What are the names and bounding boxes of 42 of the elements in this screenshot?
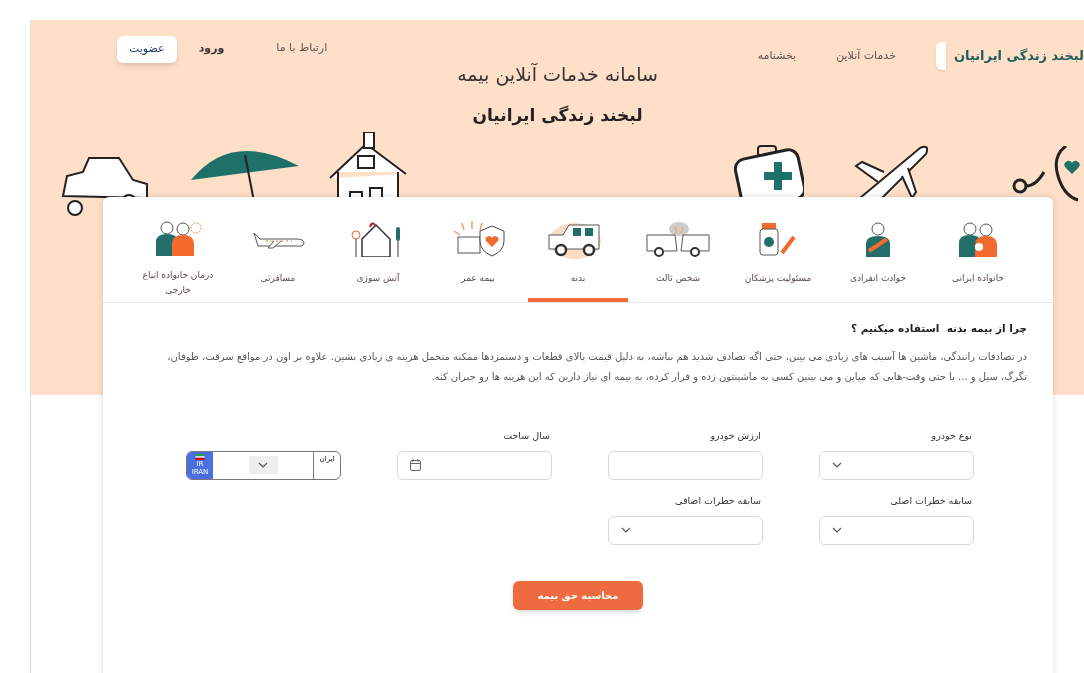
dropdown-field[interactable]	[819, 515, 974, 545]
people-icon	[956, 221, 1000, 257]
people-icon	[153, 219, 203, 256]
insurance-tab[interactable]: بیمه عمر	[428, 215, 528, 302]
description-text: در تصادفات رانندگی، ماشین ها آسیب های زیادی می بینن، حتی اگه تصادف شدید هم نباشه، به دلیل قیمت بالای قطعات و دستمزدها ممکنه متحمل هزینه ی زیادی بشین. علاوه بر اون در مواقع سرقت، طوفان، تگرگ، سیل و ... یا حتی وقت-هایی که میاین و می بینین کسی به ماشینتون زده و فرار کرده، به بیمه ای نیاز دارین که این هزینه ها رو جبران کنه.	[166, 349, 1027, 385]
medicine-bottle-icon	[758, 221, 798, 257]
logo-badge	[935, 42, 946, 70]
nav-link[interactable]: ارتباط با ما	[276, 40, 328, 57]
chevron-down-icon	[258, 462, 268, 469]
hero-title: سامانه خدمات آنلاین بیمه	[457, 62, 658, 88]
insurance-tab[interactable]: خانواده ایرانی	[928, 215, 1028, 302]
chevron-down-icon	[832, 462, 842, 469]
car-crash-icon	[645, 221, 711, 257]
insurance-tab[interactable]: حوادث انفرادی	[828, 215, 928, 302]
login-link[interactable]: ورود	[198, 41, 225, 58]
hero-subtitle: لبخند زندگی ایرانیان	[472, 103, 643, 128]
insurance-tab[interactable]: شخص ثالث	[628, 215, 728, 302]
field-label: ارزش خودرو	[709, 428, 762, 443]
field-label: سال ساخت	[502, 428, 551, 443]
signup-button[interactable]: عضویت	[117, 36, 177, 63]
nav-link[interactable]: بخشنامه	[757, 48, 797, 65]
calendar-icon	[410, 459, 421, 472]
nav-link[interactable]: خدمات آنلاین	[836, 48, 896, 65]
dropdown-field[interactable]	[608, 515, 763, 545]
insurance-tab[interactable]: درمان خانواده اتباع خارجی	[128, 215, 228, 302]
dropdown-field[interactable]	[819, 450, 974, 480]
chevron-down-icon	[621, 527, 631, 534]
insurance-tab[interactable]: مسافرتی	[228, 215, 328, 302]
field-label: سابقه خطرات اصلی	[889, 493, 973, 508]
insurance-tab[interactable]: آتش سوزی	[328, 215, 428, 302]
section-heading: چرا از بیمه بدنه استفاده میکنیم ؟	[850, 321, 1027, 337]
input-field[interactable]	[608, 450, 763, 480]
insurance-tab[interactable]: بدنه	[528, 215, 628, 302]
field-label: نوع خودرو	[930, 428, 973, 443]
chevron-down-icon	[832, 527, 842, 534]
field-label: سابقه خطرات اضافی	[674, 493, 762, 508]
date-field[interactable]	[397, 450, 552, 480]
plate-dropdown[interactable]	[248, 456, 278, 475]
person-icon	[863, 221, 893, 257]
flag-icon	[195, 454, 205, 461]
logo-text[interactable]: لبخند زندگی ایرانیان	[953, 46, 1084, 66]
insurance-tab[interactable]: مسئولیت پزشکان	[728, 215, 828, 302]
